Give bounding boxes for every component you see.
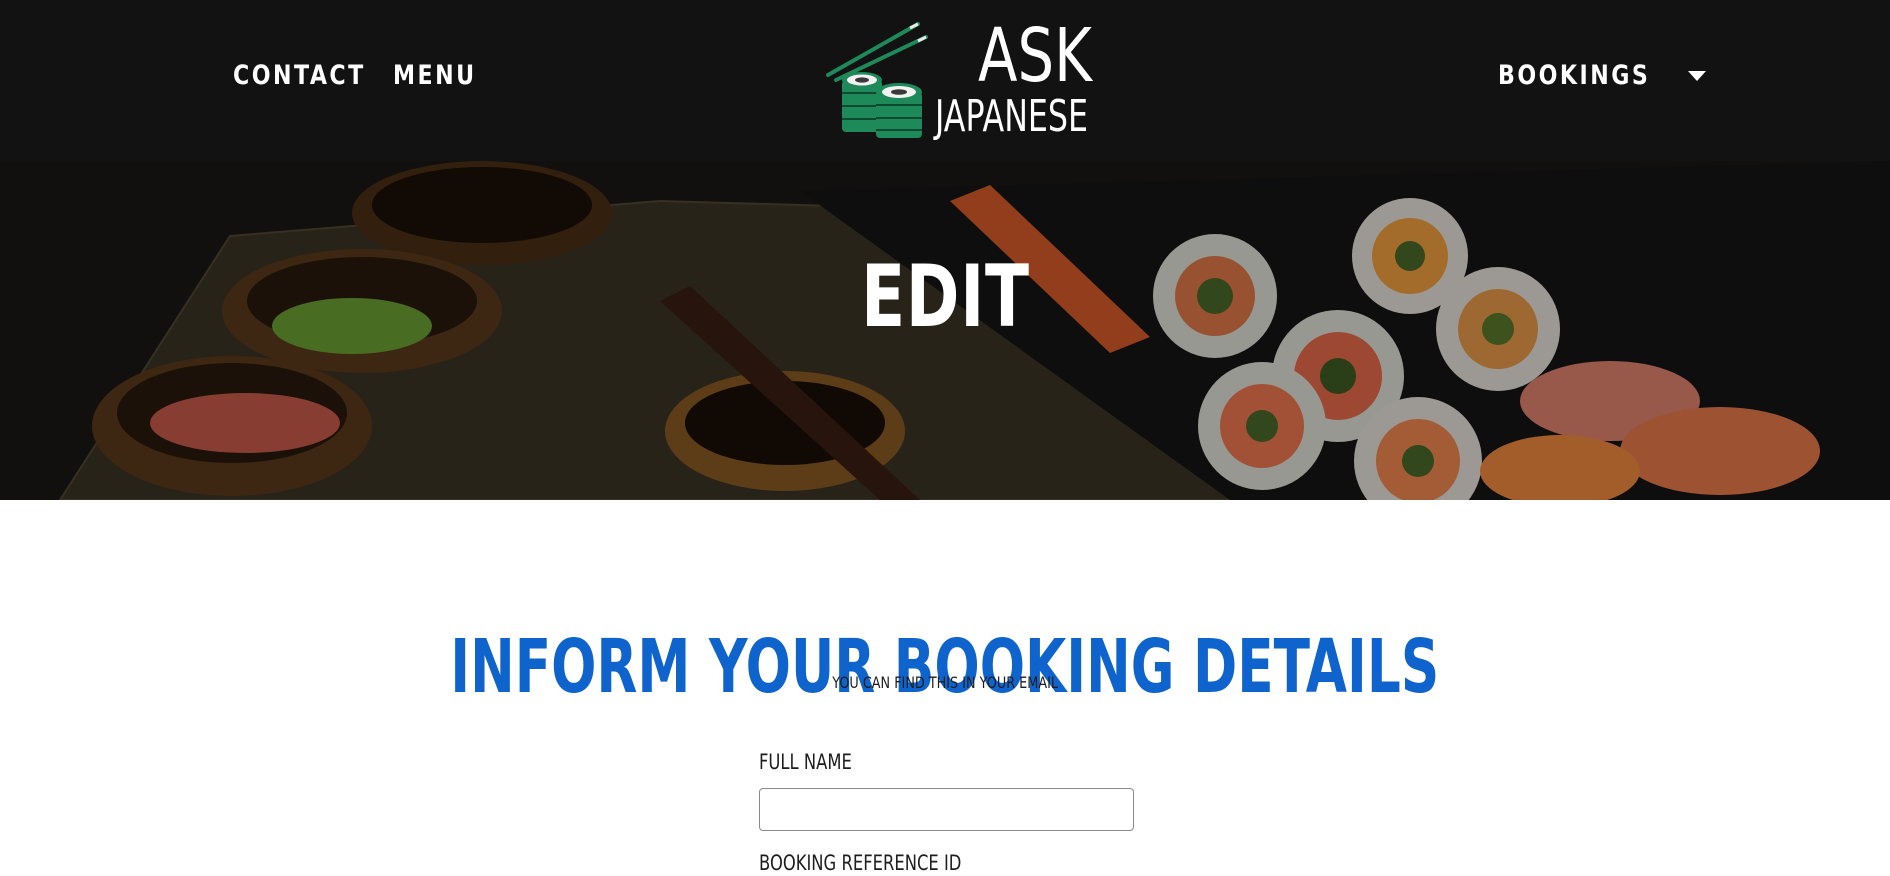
navbar: CONTACT MENU ASK JAPANESE BOOKINGS xyxy=(0,0,1890,161)
nav-link-contact[interactable]: CONTACT xyxy=(233,56,366,96)
hero-title: EDIT xyxy=(860,246,1030,347)
form-subheading: YOU CAN FIND THIS IN YOUR EMAIL xyxy=(832,673,1058,692)
bookings-dropdown[interactable]: BOOKINGS xyxy=(1498,56,1706,96)
caret-down-icon[interactable] xyxy=(1687,71,1706,81)
nav-link-menu[interactable]: MENU xyxy=(393,56,477,96)
logo-text-ask: ASK xyxy=(978,13,1092,99)
full-name-label: FULL NAME xyxy=(759,750,852,774)
nav-link-bookings[interactable]: BOOKINGS xyxy=(1498,56,1650,96)
logo-text-japanese: JAPANESE xyxy=(935,91,1089,142)
full-name-input[interactable] xyxy=(759,788,1134,831)
hero-banner: EDIT xyxy=(0,161,1890,500)
form-heading: INFORM YOUR BOOKING DETAILS xyxy=(450,624,1440,711)
site-logo[interactable]: ASK JAPANESE xyxy=(826,16,1092,142)
sushi-logo-icon xyxy=(826,22,928,138)
nav-left: CONTACT MENU xyxy=(233,56,495,96)
booking-reference-label: BOOKING REFERENCE ID xyxy=(759,851,962,875)
